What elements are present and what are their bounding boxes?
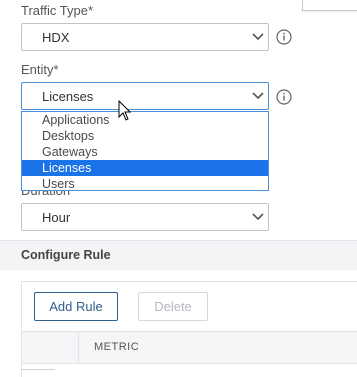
option-users[interactable]: Users bbox=[22, 176, 268, 192]
entity-value: Licenses bbox=[42, 89, 94, 104]
option-gateways[interactable]: Gateways bbox=[22, 144, 268, 160]
delete-button[interactable]: Delete bbox=[138, 292, 208, 321]
rules-table-header: METRIC bbox=[22, 331, 357, 364]
mouse-pointer-icon bbox=[118, 100, 132, 121]
column-header-metric[interactable]: METRIC bbox=[94, 341, 139, 353]
option-desktops[interactable]: Desktops bbox=[22, 128, 268, 144]
entity-select[interactable]: Licenses bbox=[21, 82, 269, 110]
add-rule-button[interactable]: Add Rule bbox=[34, 292, 118, 321]
info-icon[interactable] bbox=[276, 89, 292, 105]
chevron-down-icon bbox=[252, 92, 264, 100]
configure-rule-header: Configure Rule bbox=[0, 240, 357, 270]
traffic-type-value: HDX bbox=[42, 30, 70, 45]
traffic-type-label: Traffic Type* bbox=[21, 3, 94, 18]
chevron-down-icon bbox=[252, 213, 264, 221]
popup-edge bbox=[302, 0, 357, 11]
entity-label: Entity* bbox=[21, 62, 59, 77]
column-divider bbox=[78, 332, 79, 363]
duration-select[interactable]: Hour bbox=[21, 203, 269, 231]
rule-panel: Add Rule Delete METRIC bbox=[21, 281, 357, 377]
entity-dropdown-list: Applications Desktops Gateways Licenses … bbox=[21, 111, 269, 191]
chevron-down-icon bbox=[252, 33, 264, 41]
option-licenses[interactable]: Licenses bbox=[22, 160, 268, 176]
duration-value: Hour bbox=[42, 210, 71, 225]
option-applications[interactable]: Applications bbox=[22, 112, 268, 128]
section-title: Configure Rule bbox=[21, 248, 111, 262]
traffic-type-select[interactable]: HDX bbox=[21, 23, 269, 51]
info-icon[interactable] bbox=[276, 29, 292, 45]
